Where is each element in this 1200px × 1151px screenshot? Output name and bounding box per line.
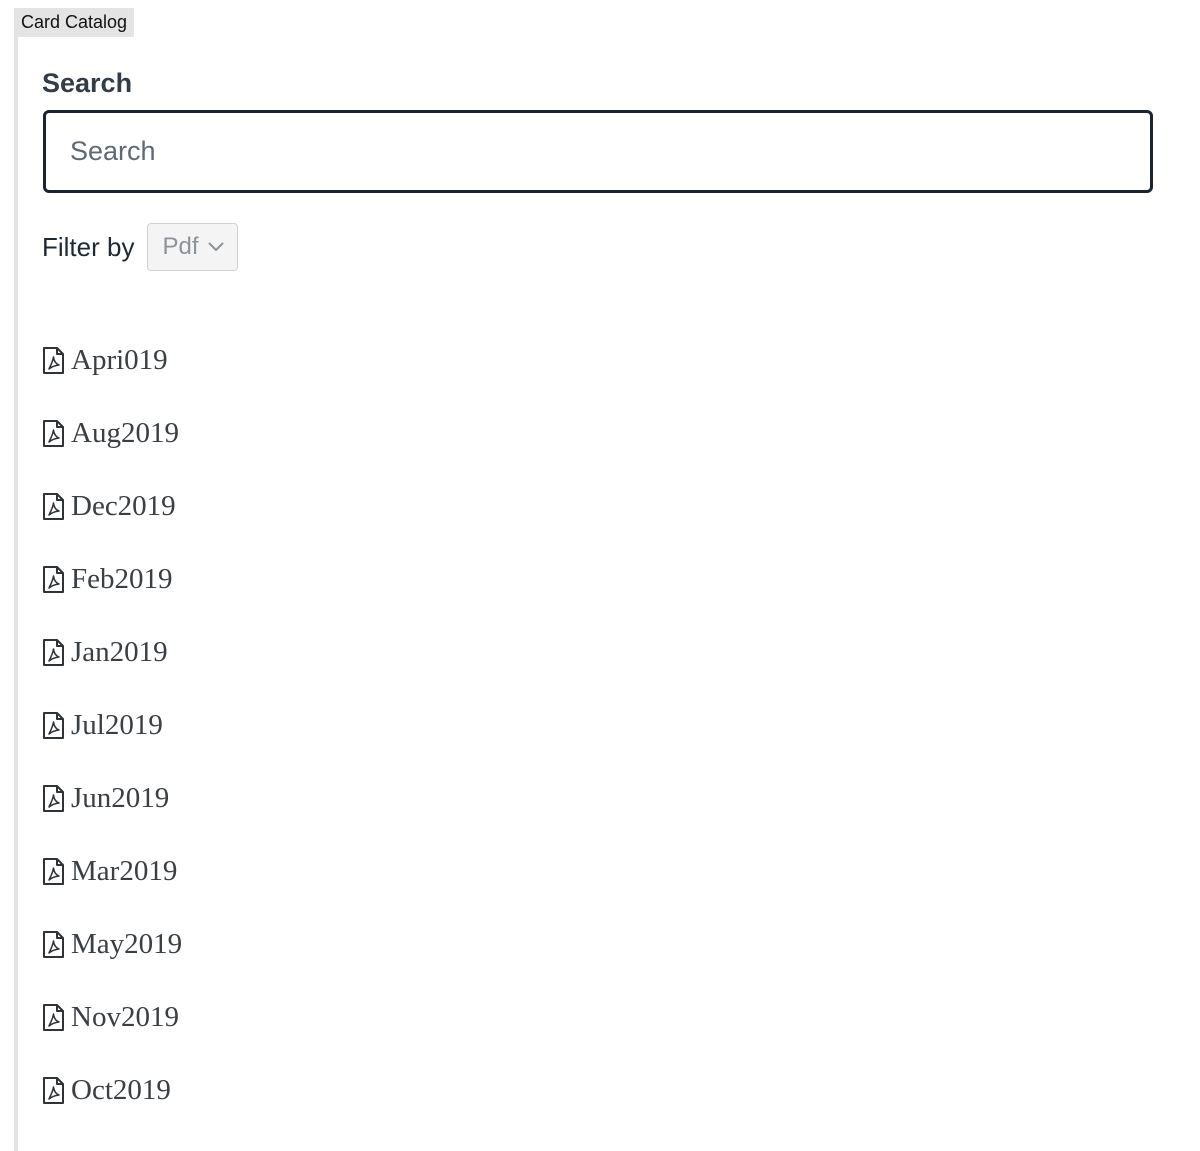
pdf-file-icon xyxy=(43,566,64,593)
file-item[interactable]: Nov2019 xyxy=(42,981,182,1054)
file-name: Jun2019 xyxy=(71,782,170,814)
pdf-file-icon xyxy=(43,493,64,520)
chevron-down-icon xyxy=(208,242,223,251)
file-name: Oct2019 xyxy=(71,1074,171,1106)
file-item[interactable]: Apri019 xyxy=(42,324,182,397)
file-name: Jan2019 xyxy=(71,636,168,668)
pdf-file-icon xyxy=(43,420,64,447)
filter-selected-value: Pdf xyxy=(162,233,199,260)
panel-border xyxy=(14,37,18,1151)
pdf-file-icon xyxy=(43,712,64,739)
file-name: Mar2019 xyxy=(71,855,178,887)
file-name: Dec2019 xyxy=(71,490,176,522)
filter-label: Filter by xyxy=(42,231,135,262)
pdf-file-icon xyxy=(43,1004,64,1031)
pdf-file-icon xyxy=(43,347,64,374)
pdf-file-icon xyxy=(43,1077,64,1104)
file-item[interactable]: Jan2019 xyxy=(42,616,182,689)
file-name: Jul2019 xyxy=(71,709,163,741)
file-item[interactable]: Jul2019 xyxy=(42,689,182,762)
pdf-file-icon xyxy=(43,785,64,812)
filter-row: Filter by Pdf xyxy=(42,223,239,271)
file-item[interactable]: Aug2019 xyxy=(42,397,182,470)
pdf-file-icon xyxy=(43,639,64,666)
file-item[interactable]: May2019 xyxy=(42,908,182,981)
file-name: Feb2019 xyxy=(71,563,173,595)
search-input[interactable] xyxy=(43,110,1153,193)
file-name: Aug2019 xyxy=(71,417,179,449)
panel-title: Card Catalog xyxy=(14,8,135,37)
file-item[interactable]: Jun2019 xyxy=(42,762,182,835)
file-name: Nov2019 xyxy=(71,1001,179,1033)
pdf-file-icon xyxy=(43,858,64,885)
file-item[interactable]: Feb2019 xyxy=(42,543,182,616)
file-item[interactable]: Oct2019 xyxy=(42,1054,182,1127)
file-name: May2019 xyxy=(71,928,183,960)
file-list: Apri019 Aug2019 Dec2019 Feb2019 Jan2019 … xyxy=(42,324,182,1127)
file-item[interactable]: Dec2019 xyxy=(42,470,182,543)
file-name: Apri019 xyxy=(71,344,168,376)
pdf-file-icon xyxy=(43,931,64,958)
search-heading: Search xyxy=(42,68,133,98)
file-item[interactable]: Mar2019 xyxy=(42,835,182,908)
filter-select[interactable]: Pdf xyxy=(147,223,239,271)
